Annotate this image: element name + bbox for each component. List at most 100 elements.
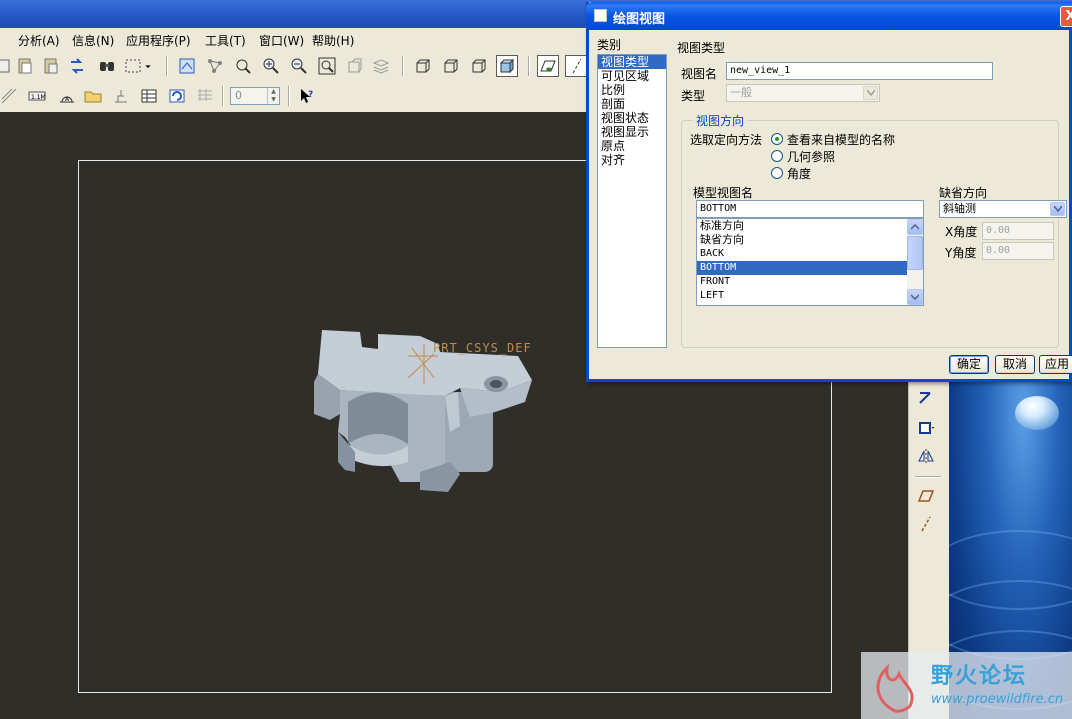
zoom-in-icon[interactable] xyxy=(260,55,282,77)
x-angle-input[interactable]: 0.00 xyxy=(982,222,1054,240)
layers-icon[interactable] xyxy=(370,55,392,77)
spin-center-icon[interactable] xyxy=(204,55,226,77)
category-list[interactable]: 视图类型 可见区域 比例 剖面 视图状态 视图显示 原点 对齐 xyxy=(597,54,667,348)
dialog-app-icon xyxy=(594,9,607,22)
dialog-title-bar[interactable]: 绘图视图 X xyxy=(586,2,1072,30)
list-scrollbar[interactable] xyxy=(907,219,923,305)
list-item[interactable]: BACK xyxy=(697,247,923,261)
scroll-thumb[interactable] xyxy=(907,236,923,270)
layer-number-spinner[interactable]: 0 ▲ ▼ xyxy=(230,87,280,105)
radio-view-names-label: 查看来自模型的名称 xyxy=(787,133,896,147)
sketch-axis-icon[interactable] xyxy=(914,512,938,536)
menu-item-help[interactable]: 帮助(H) xyxy=(312,32,354,49)
list-item[interactable]: FRONT xyxy=(697,275,923,289)
default-orientation-value: 斜轴测 xyxy=(943,202,976,215)
datum-plane-icon[interactable] xyxy=(914,416,938,440)
y-angle-input[interactable]: 0.00 xyxy=(982,242,1054,260)
dimension-icon[interactable]: 1.1M xyxy=(26,85,48,107)
menu-item-analysis[interactable]: 分析(A) xyxy=(18,32,60,49)
water-drop-icon xyxy=(1015,396,1059,430)
wireframe-icon[interactable] xyxy=(412,55,434,77)
category-item-origin[interactable]: 原点 xyxy=(598,139,666,153)
model-view-name-input[interactable]: BOTTOM xyxy=(696,200,924,218)
fire-logo-icon xyxy=(876,663,914,713)
list-item[interactable]: 标准方向 xyxy=(697,219,923,233)
refit-icon[interactable] xyxy=(316,55,338,77)
menu-item-edit[interactable]: ） xyxy=(0,32,8,49)
orientation-method-label: 选取定向方法 xyxy=(690,133,763,147)
shading-icon[interactable] xyxy=(496,55,518,77)
y-angle-label: Y角度 xyxy=(945,246,977,260)
menu-item-tools[interactable]: 工具(T) xyxy=(205,32,246,49)
section-title: 视图类型 xyxy=(677,41,726,55)
type-select[interactable]: 一般 xyxy=(726,84,880,102)
view-name-label: 视图名 xyxy=(681,67,718,81)
select-box-icon[interactable] xyxy=(122,55,144,77)
menu-item-applications[interactable]: 应用程序(P) xyxy=(126,32,191,49)
spinner-arrows[interactable]: ▲ ▼ xyxy=(267,88,279,104)
sketch-plane-icon[interactable] xyxy=(914,484,938,508)
datum-axes-icon[interactable] xyxy=(565,55,587,77)
drawing-view-dialog: 绘图视图 X 类别 视图类型 可见区域 比例 剖面 视图状态 视图显示 原点 对… xyxy=(586,2,1072,382)
reorient-icon[interactable] xyxy=(344,55,366,77)
category-item-alignment[interactable]: 对齐 xyxy=(598,153,666,167)
paste-icon[interactable] xyxy=(14,55,36,77)
menu-item-window[interactable]: 窗口(W) xyxy=(259,32,304,49)
scroll-up-icon[interactable] xyxy=(907,219,923,235)
mirror-icon[interactable] xyxy=(914,444,938,468)
svg-text:1.1M: 1.1M xyxy=(31,94,46,101)
datum-axis-icon[interactable] xyxy=(914,386,938,410)
category-item-view-states[interactable]: 视图状态 xyxy=(598,111,666,125)
category-item-view-type[interactable]: 视图类型 xyxy=(598,55,666,69)
repeat-region-icon[interactable] xyxy=(194,85,216,107)
no-hidden-icon[interactable] xyxy=(468,55,490,77)
default-orientation-select[interactable]: 斜轴测 xyxy=(939,200,1067,218)
watermark-url: www.proewildfire.cn xyxy=(931,692,1064,707)
dialog-title: 绘图视图 xyxy=(613,12,666,27)
model-view-list[interactable]: 标准方向 缺省方向 BACK BOTTOM FRONT LEFT xyxy=(696,218,924,306)
chevron-down-icon xyxy=(1050,202,1065,216)
paste-special-icon[interactable] xyxy=(40,55,62,77)
radio-geometry-references[interactable] xyxy=(771,150,783,162)
view-orientation-title: 视图方向 xyxy=(693,112,748,129)
note-icon[interactable]: A xyxy=(56,85,78,107)
category-item-scale[interactable]: 比例 xyxy=(598,83,666,97)
radio-geometry-references-label: 几何参照 xyxy=(787,150,836,164)
svg-text:?: ? xyxy=(308,90,313,100)
context-help-icon[interactable]: ? xyxy=(296,85,318,107)
hidden-line-icon[interactable] xyxy=(440,55,462,77)
list-item-selected[interactable]: BOTTOM xyxy=(697,261,923,275)
apply-button[interactable]: 应用 xyxy=(1039,355,1072,374)
chevron-down-icon xyxy=(863,86,878,100)
sketch-line-icon[interactable] xyxy=(0,85,20,107)
find-icon[interactable] xyxy=(96,55,118,77)
coordinate-system-label: PRT_CSYS_DEF xyxy=(433,341,532,355)
list-item[interactable]: 缺省方向 xyxy=(697,233,923,247)
list-item[interactable]: LEFT xyxy=(697,289,923,303)
table-icon[interactable] xyxy=(138,85,160,107)
view-name-input[interactable]: new_view_1 xyxy=(726,62,993,80)
category-item-visible-area[interactable]: 可见区域 xyxy=(598,69,666,83)
default-orientation-label: 缺省方向 xyxy=(939,186,988,200)
cancel-button[interactable]: 取消 xyxy=(995,355,1035,374)
zoom-out-icon[interactable] xyxy=(288,55,310,77)
category-item-section[interactable]: 剖面 xyxy=(598,97,666,111)
update-sheet-icon[interactable] xyxy=(166,85,188,107)
repaint-icon[interactable] xyxy=(176,55,198,77)
ok-button[interactable]: 确定 xyxy=(949,355,989,374)
orient-mode-icon[interactable] xyxy=(232,55,254,77)
chevron-down-icon[interactable] xyxy=(142,55,154,77)
folder-icon[interactable] xyxy=(82,85,104,107)
type-label: 类型 xyxy=(681,89,706,103)
scroll-down-icon[interactable] xyxy=(907,289,923,305)
datum-planes-icon[interactable] xyxy=(537,55,559,77)
category-item-view-display[interactable]: 视图显示 xyxy=(598,125,666,139)
regenerate-icon[interactable] xyxy=(66,55,88,77)
menu-item-info[interactable]: 信息(N) xyxy=(72,32,114,49)
close-icon[interactable]: X xyxy=(1060,6,1072,27)
symbol-icon[interactable] xyxy=(110,85,132,107)
radio-angles[interactable] xyxy=(771,167,783,179)
radio-angles-label: 角度 xyxy=(787,167,812,181)
model-view-names-label: 模型视图名 xyxy=(693,186,754,200)
radio-view-names[interactable] xyxy=(771,133,783,145)
